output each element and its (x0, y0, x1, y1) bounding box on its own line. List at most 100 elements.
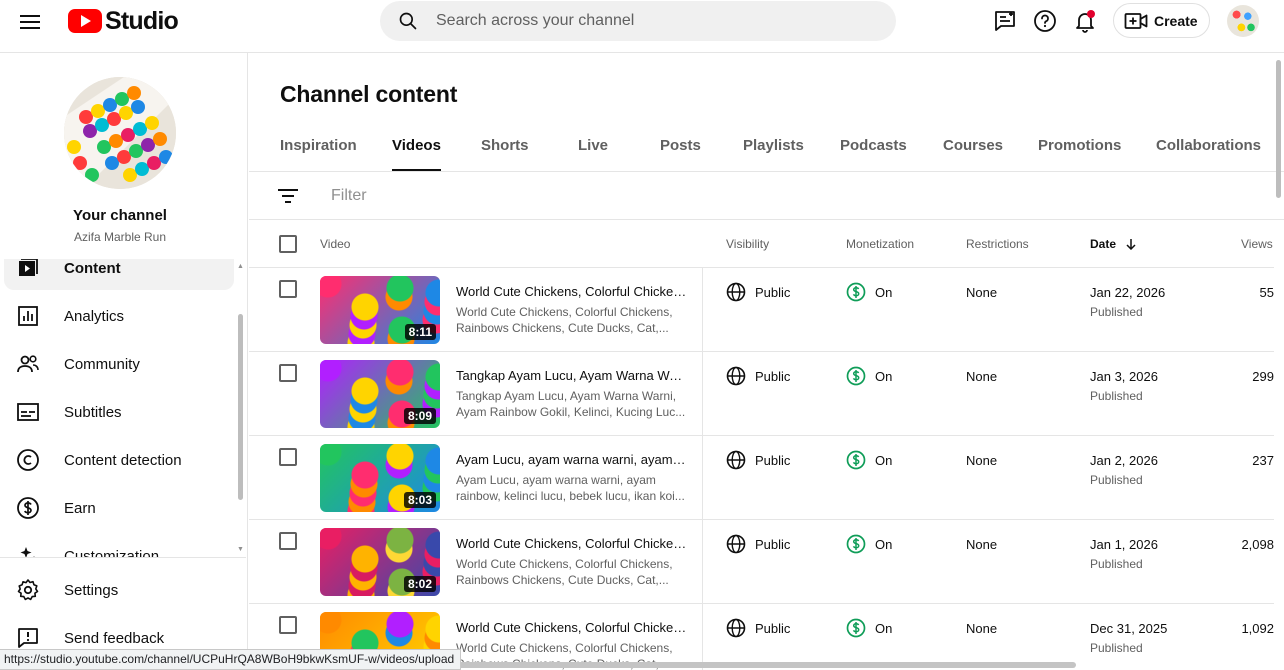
table-row[interactable]: 8:03 Ayam Lucu, ayam warna warni, ayam ra… (249, 436, 1274, 520)
visibility-cell[interactable]: Public (726, 618, 790, 638)
col-monetization[interactable]: Monetization (846, 237, 914, 251)
feedback-icon (18, 628, 38, 648)
row-checkbox[interactable] (279, 364, 297, 382)
visibility-cell[interactable]: Public (726, 366, 790, 386)
video-thumbnail[interactable]: 8:11 (320, 276, 440, 344)
filter-input[interactable] (331, 182, 631, 210)
create-button[interactable]: Create (1113, 3, 1210, 38)
monetization-cell[interactable]: On (846, 618, 892, 638)
scroll-down-icon[interactable]: ▼ (237, 546, 244, 553)
views-value: 299 (1252, 369, 1274, 384)
scroll-up-icon[interactable]: ▲ (237, 263, 244, 270)
search-icon[interactable] (398, 11, 418, 31)
publish-status: Published (1090, 473, 1143, 487)
page-title: Channel content (280, 81, 458, 107)
monetization-cell[interactable]: On (846, 534, 892, 554)
globe-icon (726, 366, 746, 386)
visibility-cell[interactable]: Public (726, 534, 790, 554)
account-avatar[interactable] (1227, 5, 1259, 37)
date-value: Dec 31, 2025 (1090, 621, 1168, 636)
col-date[interactable]: Date (1090, 237, 1137, 251)
horizontal-scrollbar[interactable] (456, 662, 1076, 668)
gear-icon (17, 579, 39, 601)
row-checkbox[interactable] (279, 280, 297, 298)
column-divider (702, 604, 703, 670)
monetization-on-icon (846, 534, 866, 554)
table-row[interactable]: 8:02 World Cute Chickens, Colorful Chicke… (249, 520, 1274, 604)
monetization-on-icon (846, 618, 866, 638)
visibility-cell[interactable]: Public (726, 450, 790, 470)
sidebar-item-label: Subtitles (64, 403, 122, 421)
video-title[interactable]: World Cute Chickens, Colorful Chickens, … (456, 536, 688, 551)
sort-down-icon (1126, 239, 1136, 251)
tab-posts[interactable]: Posts (660, 137, 701, 172)
tab-inspiration[interactable]: Inspiration (280, 137, 357, 172)
monetization-cell[interactable]: On (846, 282, 892, 302)
tab-podcasts[interactable]: Podcasts (840, 137, 907, 172)
sidebar-item-community[interactable]: Community (4, 342, 234, 386)
notifications-icon[interactable] (1073, 9, 1097, 33)
studio-logo[interactable]: Studio (68, 6, 179, 35)
select-all-checkbox[interactable] (279, 235, 297, 253)
views-value: 1,092 (1241, 621, 1274, 636)
video-description: Ayam Lucu, ayam warna warni, ayam rainbo… (456, 473, 685, 503)
row-checkbox[interactable] (279, 448, 297, 466)
sidebar-item-settings[interactable]: Settings (4, 568, 234, 612)
tab-courses[interactable]: Courses (943, 137, 1003, 172)
tab-promotions[interactable]: Promotions (1038, 137, 1121, 172)
monetization-on-icon (846, 450, 866, 470)
search-bar[interactable] (380, 1, 896, 41)
tab-playlists[interactable]: Playlists (743, 137, 804, 172)
video-title[interactable]: World Cute Chickens, Colorful Chickens, … (456, 620, 688, 635)
help-icon[interactable] (1033, 9, 1057, 33)
globe-icon (726, 618, 746, 638)
monetization-value: On (875, 284, 893, 300)
sidebar-scrollbar[interactable] (238, 314, 243, 500)
video-title[interactable]: Ayam Lucu, ayam warna warni, ayam rainbo… (456, 452, 688, 467)
logo-text: Studio (105, 6, 179, 35)
video-duration: 8:11 (404, 324, 436, 340)
row-checkbox[interactable] (279, 532, 297, 550)
video-title[interactable]: World Cute Chickens, Colorful Chickens, … (456, 284, 688, 299)
visibility-value: Public (755, 368, 791, 384)
tab-videos[interactable]: Videos (392, 137, 441, 171)
sidebar-item-subtitles[interactable]: Subtitles (4, 390, 234, 434)
video-thumbnail[interactable]: 8:03 (320, 444, 440, 512)
video-title[interactable]: Tangkap Ayam Lucu, Ayam Warna Warni, Aya… (456, 368, 688, 383)
sidebar-item-analytics[interactable]: Analytics (4, 294, 234, 338)
tab-shorts[interactable]: Shorts (481, 137, 529, 172)
main-scrollbar[interactable] (1276, 60, 1281, 198)
filter-icon[interactable] (277, 186, 299, 206)
tab-live[interactable]: Live (578, 137, 608, 172)
monetization-cell[interactable]: On (846, 366, 892, 386)
sidebar-item-customization[interactable]: Customization (4, 534, 234, 559)
col-views[interactable]: Views (1241, 237, 1273, 251)
video-thumbnail[interactable]: 8:09 (320, 360, 440, 428)
search-input[interactable] (436, 1, 876, 41)
sidebar-item-earn[interactable]: Earn (4, 486, 234, 530)
menu-icon[interactable] (18, 11, 42, 31)
channel-avatar[interactable] (64, 77, 176, 189)
col-restrictions[interactable]: Restrictions (966, 237, 1029, 251)
visibility-value: Public (755, 452, 791, 468)
table-row[interactable]: 8:09 Tangkap Ayam Lucu, Ayam Warna Warni,… (249, 352, 1274, 436)
restrictions-value: None (966, 537, 998, 552)
visibility-value: Public (755, 284, 791, 300)
row-checkbox[interactable] (279, 616, 297, 634)
visibility-cell[interactable]: Public (726, 282, 790, 302)
monetization-value: On (875, 368, 893, 384)
col-visibility[interactable]: Visibility (726, 237, 769, 251)
table-row[interactable]: 8:11 World Cute Chickens, Colorful Chicke… (249, 268, 1274, 352)
monetization-cell[interactable]: On (846, 450, 892, 470)
tab-collaborations[interactable]: Collaborations (1156, 137, 1261, 172)
comments-icon[interactable] (993, 9, 1017, 33)
sidebar-item-content[interactable]: Content (4, 259, 234, 290)
restrictions-value: None (966, 369, 998, 384)
video-thumbnail[interactable]: 8:02 (320, 528, 440, 596)
monetization-value: On (875, 536, 893, 552)
video-description: World Cute Chickens, Colorful Chickens, … (456, 305, 673, 335)
subtitles-icon (17, 403, 39, 421)
restrictions-value: None (966, 285, 998, 300)
sidebar-item-content-detection[interactable]: Content detection (4, 438, 234, 482)
column-divider (702, 268, 703, 352)
